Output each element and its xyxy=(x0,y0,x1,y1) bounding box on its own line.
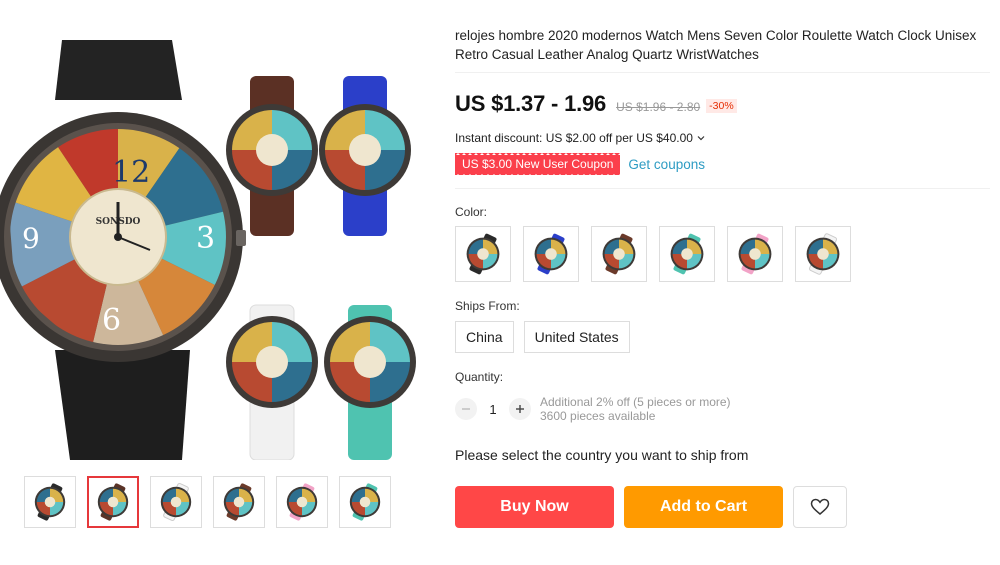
quantity-stepper: 1 Additional 2% off (5 pieces or more) 3… xyxy=(455,395,990,423)
current-price: US $1.37 - 1.96 xyxy=(455,91,607,116)
color-option[interactable] xyxy=(455,226,511,282)
price-row: US $1.37 - 1.96 US $1.96 - 2.80 -30% xyxy=(455,91,990,117)
action-buttons: Buy Now Add to Cart xyxy=(455,486,990,528)
brown-watch-swatch xyxy=(602,233,636,275)
original-price: US $1.96 - 2.80 xyxy=(616,100,701,114)
bulk-discount-text: Additional 2% off (5 pieces or more) xyxy=(540,395,731,409)
blue-watch-swatch xyxy=(534,233,568,275)
gallery-thumbnail[interactable] xyxy=(339,476,391,528)
ships-from-label: Ships From: xyxy=(455,299,520,313)
color-option[interactable] xyxy=(523,226,579,282)
plus-icon xyxy=(516,405,524,413)
thumbnail-strip xyxy=(24,476,391,528)
decrease-quantity-button[interactable] xyxy=(455,398,477,420)
ships-from-options: China United States xyxy=(455,321,990,353)
color-option[interactable] xyxy=(727,226,783,282)
heart-icon xyxy=(810,498,830,515)
black-watch-thumbnail xyxy=(34,483,66,521)
teal-watch-thumbnail xyxy=(349,483,381,521)
add-to-cart-button[interactable]: Add to Cart xyxy=(624,486,783,528)
new-user-coupon: US $3.00 New User Coupon xyxy=(455,152,621,176)
gallery-thumbnail[interactable] xyxy=(150,476,202,528)
minus-icon xyxy=(462,408,470,410)
product-title: relojes hombre 2020 modernos Watch Mens … xyxy=(455,28,977,62)
ship-country-note: Please select the country you want to sh… xyxy=(455,447,749,463)
brown-watch-thumbnail xyxy=(223,483,255,521)
quantity-value[interactable]: 1 xyxy=(477,402,509,417)
buy-now-button[interactable]: Buy Now xyxy=(455,486,614,528)
stock-available-text: 3600 pieces available xyxy=(540,409,656,423)
gallery-thumbnail[interactable] xyxy=(24,476,76,528)
svg-text:3: 3 xyxy=(196,221,215,256)
gallery-thumbnail[interactable] xyxy=(213,476,265,528)
get-coupons-link[interactable]: Get coupons xyxy=(628,157,705,172)
discount-badge: -30% xyxy=(706,99,737,113)
chevron-down-icon xyxy=(697,136,705,141)
svg-text:9: 9 xyxy=(22,222,40,255)
svg-text:6: 6 xyxy=(102,303,121,338)
color-option[interactable] xyxy=(795,226,851,282)
divider xyxy=(455,72,990,73)
pink-watch-thumbnail xyxy=(286,483,318,521)
instant-discount[interactable]: Instant discount: US $2.00 off per US $4… xyxy=(455,131,990,145)
multi-watch-thumbnail xyxy=(97,483,129,521)
white-watch-thumbnail xyxy=(160,482,192,522)
coupon-row: US $3.00 New User Coupon Get coupons xyxy=(455,152,990,176)
divider xyxy=(455,188,990,189)
product-info-panel: relojes hombre 2020 modernos Watch Mens … xyxy=(455,26,990,528)
ship-option-united-states[interactable]: United States xyxy=(523,321,630,353)
wishlist-button[interactable] xyxy=(793,486,847,528)
color-option[interactable] xyxy=(591,226,647,282)
teal-watch-swatch xyxy=(670,233,704,275)
ship-option-china[interactable]: China xyxy=(455,321,514,353)
white-watch-swatch xyxy=(806,233,840,275)
gallery-thumbnail[interactable] xyxy=(87,476,139,528)
quantity-info: Additional 2% off (5 pieces or more) 360… xyxy=(540,395,731,423)
quantity-label: Quantity: xyxy=(455,370,504,384)
watch-collage-image: SONSDO 12 3 6 9 xyxy=(0,40,416,461)
color-label: Color: xyxy=(455,205,488,219)
svg-text:12: 12 xyxy=(112,155,150,190)
color-option[interactable] xyxy=(659,226,715,282)
gallery-thumbnail[interactable] xyxy=(276,476,328,528)
instant-discount-text: Instant discount: US $2.00 off per US $4… xyxy=(455,131,693,145)
main-product-image[interactable]: SONSDO 12 3 6 9 xyxy=(0,20,440,461)
black-watch-swatch xyxy=(466,233,500,275)
increase-quantity-button[interactable] xyxy=(509,398,531,420)
color-options xyxy=(455,226,990,282)
pink-watch-swatch xyxy=(738,233,772,275)
